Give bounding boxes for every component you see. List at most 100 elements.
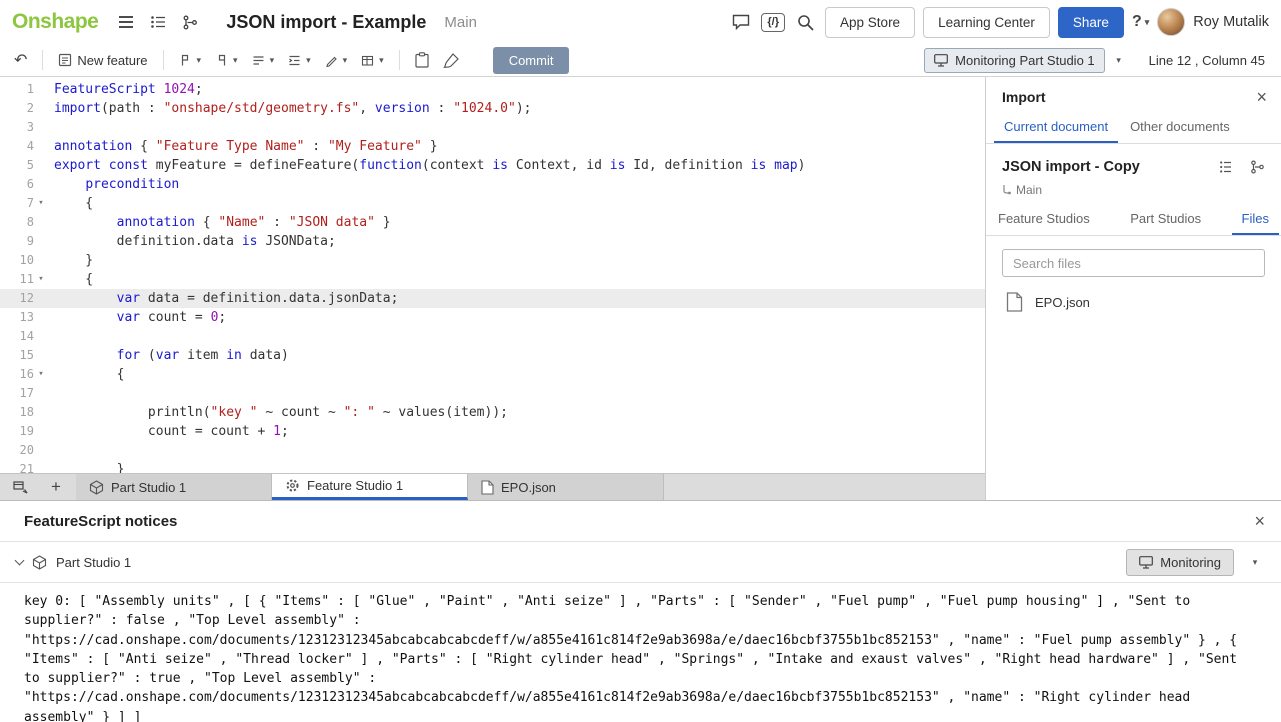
branch-icon[interactable] [1245, 154, 1269, 180]
fold-spacer [34, 422, 48, 441]
avatar[interactable] [1157, 8, 1185, 36]
workspace-name[interactable]: Main [444, 14, 477, 31]
code-line[interactable]: 10 } [0, 251, 985, 270]
code-text: precondition [48, 175, 985, 194]
monitoring-button[interactable]: Monitoring [1126, 549, 1234, 576]
undo-button[interactable]: ↶ [8, 46, 33, 74]
edit-options-dropdown[interactable]: ▾ [319, 50, 354, 71]
code-line[interactable]: 14 [0, 327, 985, 346]
document-title[interactable]: JSON import - Example [226, 12, 426, 33]
search-icon[interactable] [793, 9, 817, 35]
tab-other-documents[interactable]: Other documents [1120, 113, 1240, 143]
code-line[interactable]: 15 for (var item in data) [0, 346, 985, 365]
code-line[interactable]: 2import(path : "onshape/std/geometry.fs"… [0, 99, 985, 118]
paste-icon[interactable] [409, 48, 435, 72]
new-feature-button[interactable]: New feature [52, 49, 153, 72]
onshape-app: Onshape JSON import - Example Main {/} A… [0, 0, 1281, 722]
search-files-input[interactable] [1002, 249, 1265, 277]
cursor-position: Line 12 , Column 45 [1149, 53, 1265, 68]
notices-section-row: Part Studio 1 Monitoring ▾ [0, 542, 1281, 583]
code-line[interactable]: 8 annotation { "Name" : "JSON data" } [0, 213, 985, 232]
add-tab-icon[interactable]: + [44, 474, 68, 500]
fold-spacer [34, 175, 48, 194]
fold-marker-icon[interactable]: ▾ [34, 365, 48, 384]
close-icon[interactable]: × [1254, 512, 1265, 530]
app-store-button[interactable]: App Store [825, 7, 915, 38]
chevron-down-icon: ▾ [233, 56, 238, 65]
fold-spacer [34, 308, 48, 327]
fold-marker-icon[interactable]: ▾ [34, 270, 48, 289]
chevron-down-icon: ▾ [197, 56, 202, 65]
code-line[interactable]: 9 definition.data is JSONData; [0, 232, 985, 251]
monitor-icon [1139, 556, 1153, 569]
code-line[interactable]: 11▾ { [0, 270, 985, 289]
line-number: 11 [0, 270, 34, 289]
insert-branch-icon[interactable] [178, 9, 202, 35]
code-line[interactable]: 16▾ { [0, 365, 985, 384]
tab-part-studio-1[interactable]: Part Studio 1 [76, 474, 272, 500]
code-line[interactable]: 21 } [0, 460, 985, 473]
line-number: 21 [0, 460, 34, 473]
tab-label: Feature Studio 1 [307, 478, 403, 493]
code-line[interactable]: 1FeatureScript 1024; [0, 80, 985, 99]
file-item[interactable]: EPO.json [986, 283, 1281, 321]
code-text: { [48, 270, 985, 289]
code-line[interactable]: 13 var count = 0; [0, 308, 985, 327]
learning-center-button[interactable]: Learning Center [923, 7, 1050, 38]
format-style-dropdown[interactable]: ▾ [209, 50, 244, 71]
indent-options-dropdown[interactable]: ▾ [282, 50, 317, 71]
share-button[interactable]: Share [1058, 7, 1124, 38]
search-files-wrap [1002, 249, 1265, 277]
code-line[interactable]: 19 count = count + 1; [0, 422, 985, 441]
tab-part-studios[interactable]: Part Studios [1120, 205, 1211, 235]
code-lines: 1FeatureScript 1024;2import(path : "onsh… [0, 80, 985, 473]
fold-spacer [34, 213, 48, 232]
monitoring-dropdown-icon[interactable]: ▾ [1243, 549, 1267, 575]
code-line[interactable]: 6 precondition [0, 175, 985, 194]
cursor-style-dropdown[interactable]: ▾ [173, 50, 208, 71]
code-line[interactable]: 20 [0, 441, 985, 460]
user-name[interactable]: Roy Mutalik [1193, 14, 1269, 30]
line-number: 16 [0, 365, 34, 384]
hamburger-menu-icon[interactable] [114, 9, 138, 35]
code-line[interactable]: 3 [0, 118, 985, 137]
code-line[interactable]: 7▾ { [0, 194, 985, 213]
tab-feature-studios[interactable]: Feature Studios [988, 205, 1100, 235]
tab-current-document[interactable]: Current document [994, 113, 1118, 143]
comment-icon[interactable] [729, 9, 753, 35]
line-number: 5 [0, 156, 34, 175]
code-line[interactable]: 18 println("key " ~ count ~ ": " ~ value… [0, 403, 985, 422]
versions-list-icon[interactable] [1213, 154, 1237, 180]
close-icon[interactable]: × [1256, 88, 1267, 106]
tab-files[interactable]: Files [1232, 205, 1279, 235]
monitoring-part-studio-toggle[interactable]: Monitoring Part Studio 1 [924, 48, 1104, 73]
table-options-dropdown[interactable]: ▾ [355, 50, 390, 71]
collapse-chevron-icon[interactable] [15, 555, 25, 565]
tab-feature-studio-1[interactable]: Feature Studio 1 [272, 474, 468, 500]
code-line[interactable]: 4annotation { "Feature Type Name" : "My … [0, 137, 985, 156]
code-line[interactable]: 17 [0, 384, 985, 403]
versions-list-icon[interactable] [146, 9, 170, 35]
workspace-row[interactable]: Main [986, 182, 1281, 205]
line-number: 17 [0, 384, 34, 403]
onshape-logo[interactable]: Onshape [12, 10, 98, 34]
tab-epo-json[interactable]: EPO.json [468, 474, 664, 500]
help-button[interactable]: ? ▾ [1132, 13, 1149, 31]
tab-manager-icon[interactable] [8, 474, 32, 500]
new-feature-icon [58, 53, 72, 67]
fold-spacer [34, 460, 48, 473]
code-editor[interactable]: 1FeatureScript 1024;2import(path : "onsh… [0, 77, 985, 473]
code-line[interactable]: 5export const myFeature = defineFeature(… [0, 156, 985, 175]
chevron-down-icon: ▾ [343, 56, 348, 65]
fold-marker-icon[interactable]: ▾ [34, 194, 48, 213]
line-number: 1 [0, 80, 34, 99]
console-output[interactable]: key 0: [ "Assembly units" , [ { "Items" … [0, 583, 1281, 722]
format-brush-icon[interactable] [437, 49, 465, 72]
code-text [48, 441, 985, 460]
list-options-dropdown[interactable]: ▾ [246, 50, 281, 71]
code-line[interactable]: 12 var data = definition.data.jsonData; [0, 289, 985, 308]
featurescript-icon[interactable]: {/} [761, 13, 785, 32]
monitoring-dropdown-icon[interactable]: ▾ [1107, 47, 1131, 73]
commit-button[interactable]: Commit [493, 47, 570, 74]
monitoring-button-label: Monitoring [1160, 555, 1221, 570]
